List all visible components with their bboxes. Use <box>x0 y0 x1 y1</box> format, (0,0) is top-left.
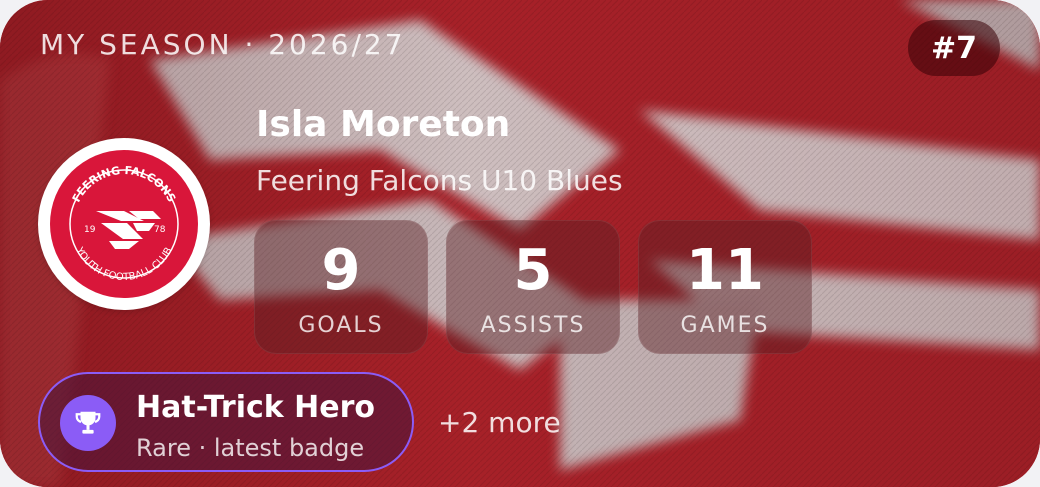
rank-badge: #7 <box>908 20 1000 76</box>
stat-assists-value: 5 <box>513 238 553 303</box>
crest-year-right: 78 <box>154 225 166 235</box>
crest-year-left: 19 <box>84 225 96 235</box>
trophy-icon <box>60 395 116 451</box>
stat-games-label: GAMES <box>680 313 770 338</box>
badge-title: Hat-Trick Hero <box>136 390 376 425</box>
stat-assists: 5 ASSISTS <box>446 220 620 354</box>
badge-subtitle: Rare · latest badge <box>136 434 365 462</box>
player-name: Isla Moreton <box>256 104 511 145</box>
team-name: Feering Falcons U10 Blues <box>256 164 623 197</box>
stat-goals: 9 GOALS <box>254 220 428 354</box>
latest-badge-chip[interactable]: Hat-Trick Hero Rare · latest badge <box>38 372 414 472</box>
stat-games-value: 11 <box>686 238 764 303</box>
season-label: MY SEASON · 2026/27 <box>40 28 406 61</box>
stat-games: 11 GAMES <box>638 220 812 354</box>
stat-goals-value: 9 <box>321 238 361 303</box>
season-card[interactable]: MY SEASON · 2026/27 #7 FEERING FALCONS Y… <box>0 0 1040 487</box>
stat-goals-label: GOALS <box>298 313 384 338</box>
stat-assists-label: ASSISTS <box>480 313 586 338</box>
more-badges-link[interactable]: +2 more <box>438 406 561 439</box>
club-crest: FEERING FALCONS YOUTH FOOTBALL CLUB 19 7… <box>38 138 210 310</box>
club-crest-logo: FEERING FALCONS YOUTH FOOTBALL CLUB 19 7… <box>50 150 198 298</box>
